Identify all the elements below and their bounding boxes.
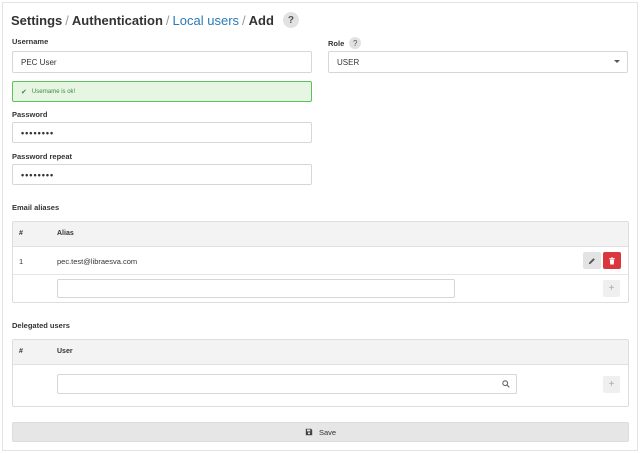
- add-alias-button[interactable]: +: [603, 280, 620, 297]
- floppy-disk-icon: [305, 428, 313, 436]
- breadcrumb-settings[interactable]: Settings: [11, 13, 62, 28]
- alias-row-index: 1: [19, 257, 24, 266]
- role-selected-value: USER: [337, 57, 360, 67]
- breadcrumb-separator: /: [165, 12, 170, 28]
- breadcrumb-authentication[interactable]: Authentication: [72, 13, 163, 28]
- delegated-users-header: # User: [13, 340, 628, 365]
- trash-icon: [609, 256, 615, 264]
- breadcrumb-local-users-link[interactable]: Local users: [173, 13, 239, 28]
- column-index: #: [19, 348, 23, 355]
- username-ok-alert: ✔ Username is ok!: [12, 81, 312, 102]
- username-label: Username: [12, 37, 49, 46]
- role-select[interactable]: USER: [328, 51, 628, 73]
- role-label: Role ?: [328, 37, 362, 49]
- edit-alias-button[interactable]: [583, 252, 601, 269]
- email-aliases-header: # Alias: [13, 222, 628, 247]
- help-icon[interactable]: ?: [282, 12, 299, 28]
- new-alias-input[interactable]: [57, 279, 455, 298]
- password-label: Password: [12, 110, 48, 119]
- username-input[interactable]: PEC User: [12, 51, 312, 73]
- delegated-users-table: # User +: [12, 339, 629, 407]
- search-icon: [502, 380, 510, 388]
- delegated-user-search-input[interactable]: [57, 374, 517, 394]
- email-aliases-table: # Alias 1 pec.test@libraesva.com +: [12, 221, 629, 303]
- email-aliases-title: Email aliases: [12, 203, 60, 212]
- add-delegated-user-button[interactable]: +: [603, 376, 620, 393]
- alias-row-value: pec.test@libraesva.com: [57, 257, 138, 266]
- save-button[interactable]: Save: [12, 422, 629, 442]
- pencil-icon: [588, 257, 595, 264]
- breadcrumb-separator: /: [242, 12, 246, 28]
- save-button-label: Save: [318, 427, 337, 437]
- role-help-icon[interactable]: ?: [349, 37, 362, 49]
- username-ok-message: Username is ok!: [31, 88, 76, 95]
- role-label-text: Role: [328, 38, 345, 48]
- chevron-down-icon: [614, 60, 620, 63]
- delegated-users-title: Delegated users: [12, 321, 70, 330]
- delete-alias-button[interactable]: [603, 252, 621, 269]
- breadcrumb-separator: /: [65, 12, 69, 28]
- row-divider: [13, 274, 628, 275]
- password-repeat-input[interactable]: ••••••••: [12, 164, 312, 185]
- column-user: User: [57, 348, 73, 355]
- password-repeat-label: Password repeat: [12, 152, 73, 161]
- breadcrumb: Settings / Authentication / Local users …: [11, 12, 299, 28]
- column-index: #: [19, 230, 23, 237]
- check-icon: ✔: [21, 88, 27, 96]
- column-alias: Alias: [57, 230, 74, 237]
- password-input[interactable]: ••••••••: [12, 122, 312, 143]
- breadcrumb-add: Add: [248, 12, 274, 28]
